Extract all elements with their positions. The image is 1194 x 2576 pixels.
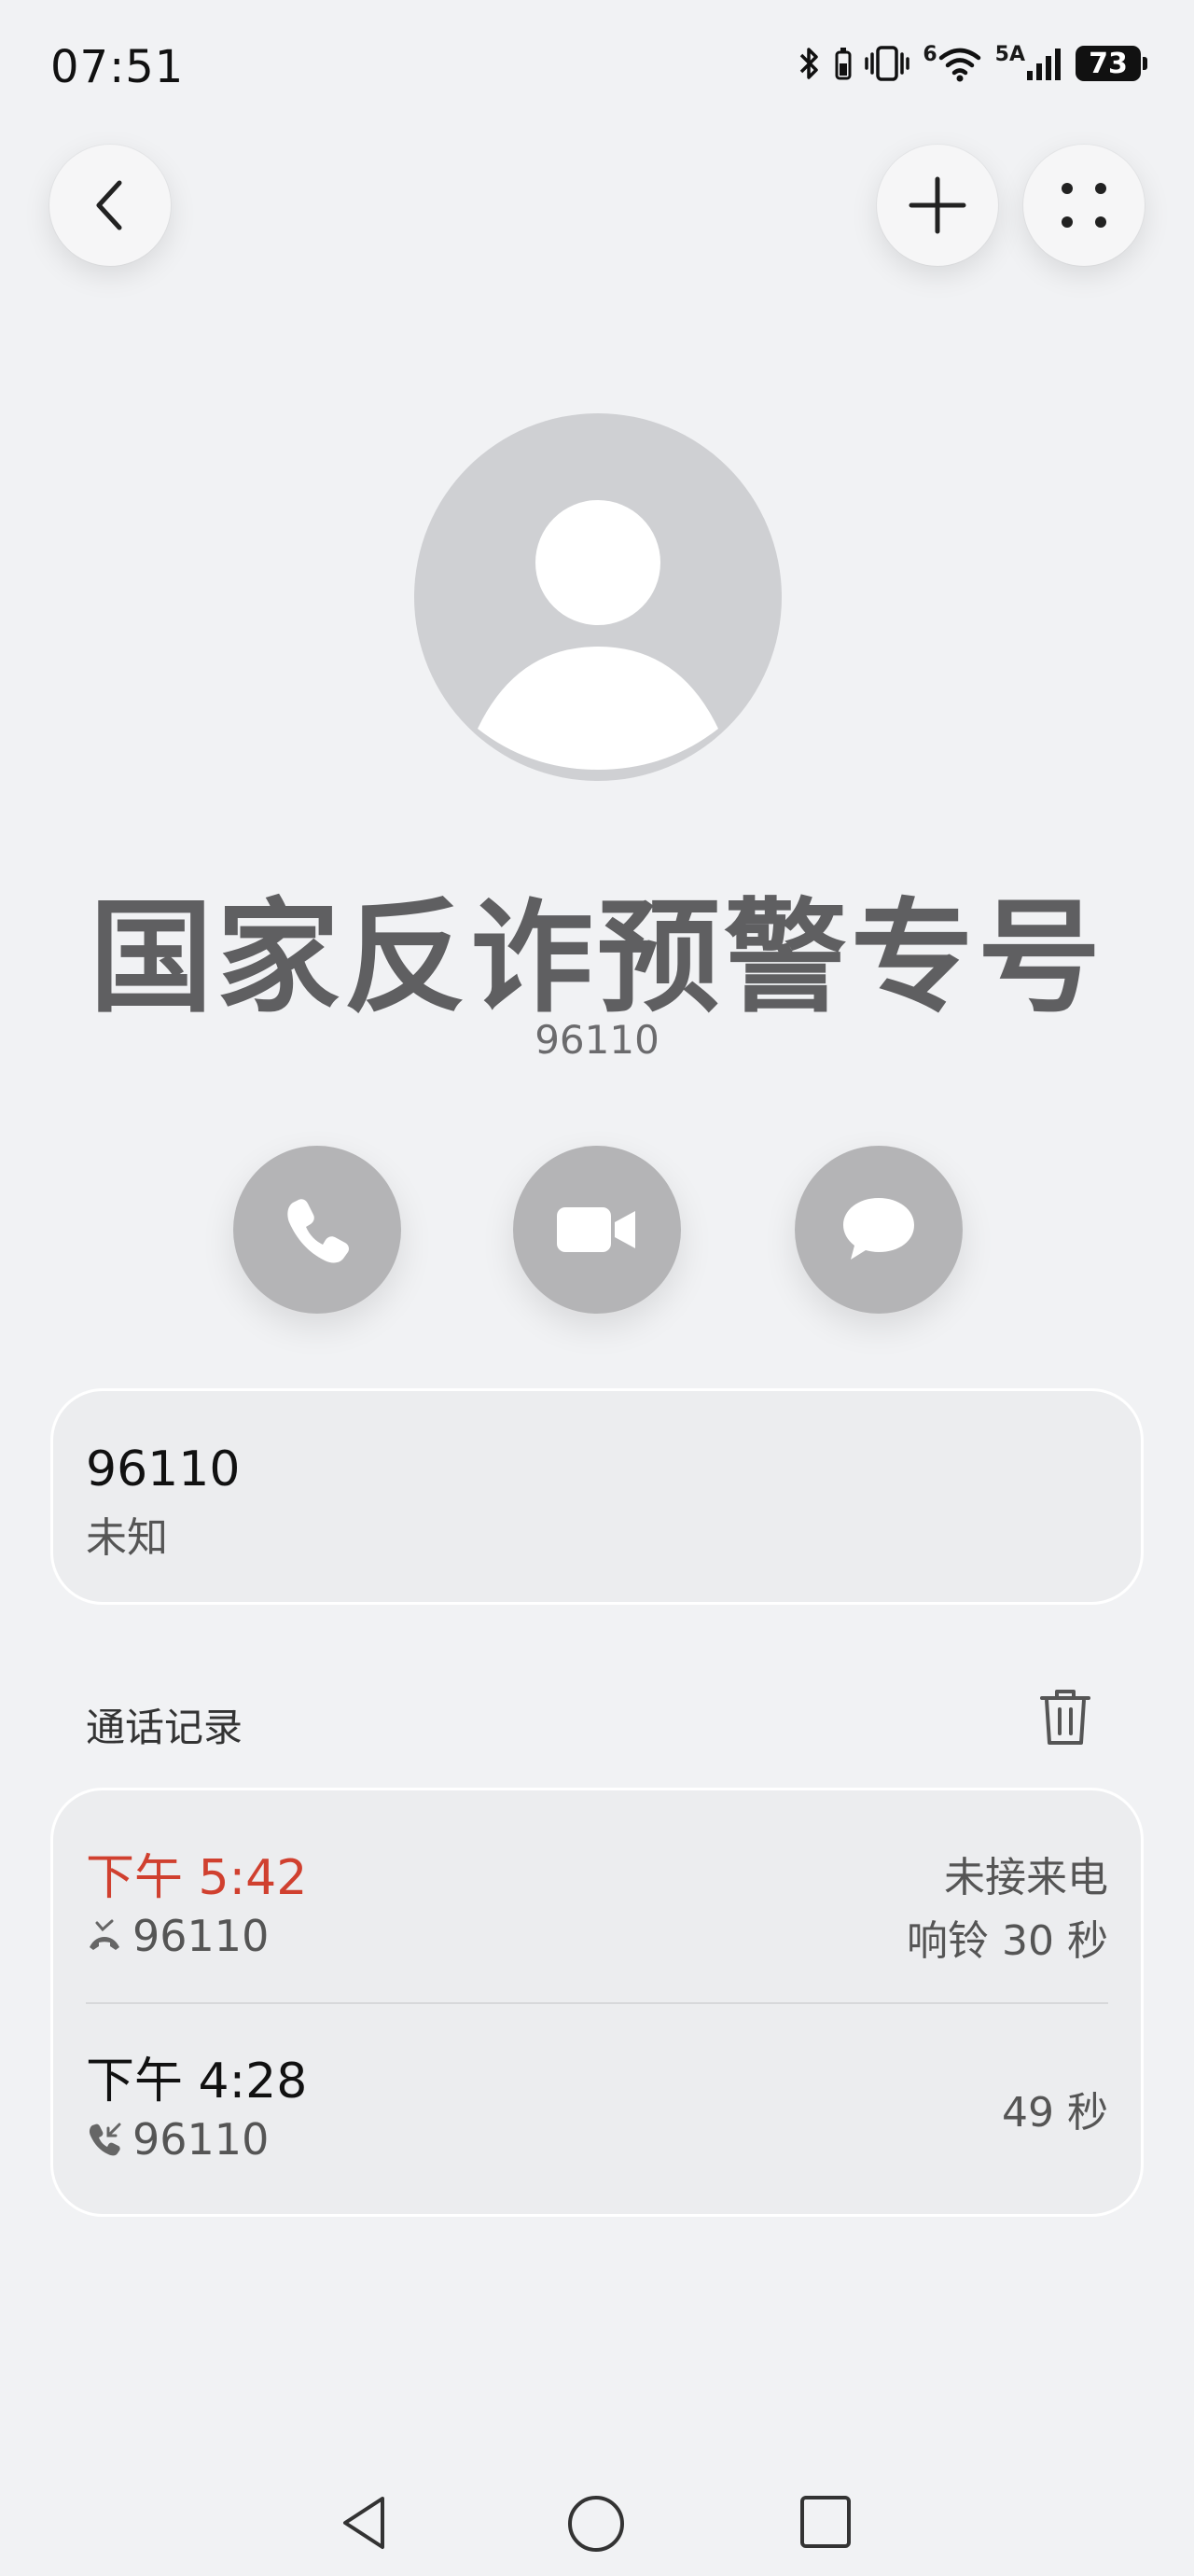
status-icons: 6 5A 73 xyxy=(798,45,1147,82)
back-arrow-icon xyxy=(96,180,122,230)
network-type: 5A xyxy=(994,43,1025,66)
number-location-label: 未知 xyxy=(86,1514,168,1562)
person-placeholder-icon xyxy=(478,500,718,770)
call-button[interactable] xyxy=(233,1146,401,1314)
bluetooth-icon xyxy=(800,48,819,79)
call-record-number: 96110 xyxy=(132,2114,270,2165)
more-dots-icon xyxy=(1062,183,1106,228)
video-call-button[interactable] xyxy=(513,1146,681,1314)
trash-icon xyxy=(1040,1690,1090,1745)
nav-home-icon xyxy=(568,2496,624,2552)
phone-icon xyxy=(287,1199,349,1263)
battery-level: 73 xyxy=(1076,46,1141,81)
battery-small-icon xyxy=(835,48,852,80)
back-button[interactable] xyxy=(49,145,171,266)
vibrate-icon xyxy=(865,46,910,81)
missed-call-icon xyxy=(90,1919,119,1950)
nav-back-icon xyxy=(343,2497,384,2549)
chat-bubble-icon xyxy=(843,1198,914,1260)
call-record-duration: 响铃 30 秒 xyxy=(907,1917,1108,1965)
call-record-status: 未接来电 xyxy=(944,1854,1108,1901)
delete-history-button[interactable] xyxy=(1038,1687,1092,1752)
more-options-button[interactable] xyxy=(1023,145,1145,266)
signal-icon xyxy=(1027,49,1061,80)
contact-name: 国家反诈预警专号 xyxy=(90,886,1104,1030)
call-record-number: 96110 xyxy=(132,1911,270,1961)
nav-back-button[interactable] xyxy=(338,2494,390,2555)
call-record-number-wrap: 96110 xyxy=(86,2114,269,2165)
nav-home-button[interactable] xyxy=(566,2494,626,2557)
wifi-prefix: 6 xyxy=(923,43,937,66)
video-camera-icon xyxy=(557,1207,635,1252)
call-record-time: 下午 5:42 xyxy=(86,1850,308,1906)
nav-recents-button[interactable] xyxy=(798,2494,853,2554)
phone-number[interactable]: 96110 xyxy=(86,1441,240,1497)
call-record-time: 下午 4:28 xyxy=(86,2054,308,2110)
plus-icon xyxy=(909,176,966,234)
message-button[interactable] xyxy=(795,1146,963,1314)
contact-avatar xyxy=(414,413,782,781)
incoming-call-icon xyxy=(89,2123,121,2156)
battery-indicator: 73 xyxy=(1076,46,1147,81)
add-contact-button[interactable] xyxy=(877,145,998,266)
call-record-number-wrap: 96110 xyxy=(86,1911,269,1961)
nav-recents-icon xyxy=(800,2496,851,2548)
wifi-icon xyxy=(938,48,980,82)
call-history-title: 通话记录 xyxy=(86,1705,243,1750)
call-record-duration: 49 秒 xyxy=(1002,2089,1108,2137)
status-time: 07:51 xyxy=(50,41,185,93)
contact-number-subtitle: 96110 xyxy=(535,1017,659,1063)
